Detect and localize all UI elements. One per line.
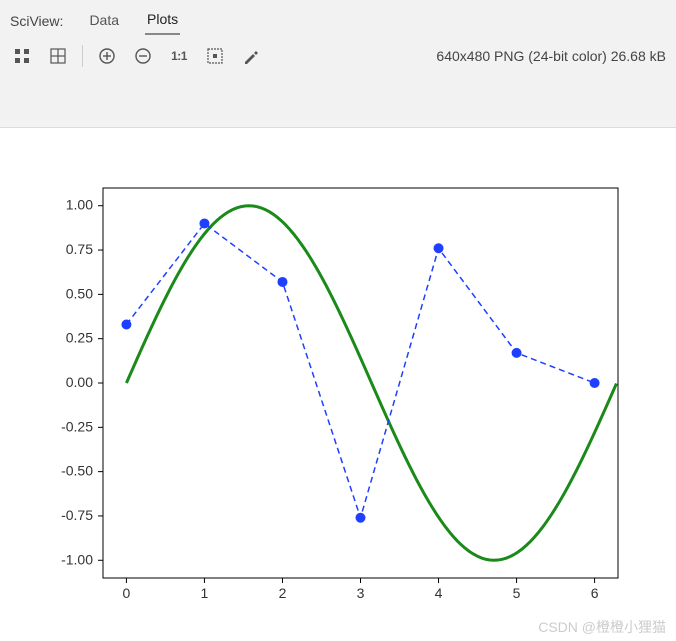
svg-text:0: 0 xyxy=(123,585,131,601)
tab-plots[interactable]: Plots xyxy=(145,7,180,35)
image-status: 640x480 PNG (24-bit color) 26.68 kB xyxy=(436,48,666,64)
zoom-in-icon[interactable] xyxy=(95,44,119,68)
fullscreen-icon[interactable] xyxy=(10,44,34,68)
grid-icon[interactable] xyxy=(46,44,70,68)
svg-text:0.00: 0.00 xyxy=(66,374,93,390)
plot: -1.00 -0.75 -0.50 -0.25 0.00 0.25 0.50 0.75 1.00… xyxy=(28,158,648,628)
svg-text:2: 2 xyxy=(279,585,287,601)
tab-row: SciView: Data Plots xyxy=(0,0,676,36)
svg-text:1: 1 xyxy=(201,585,209,601)
svg-text:1.00: 1.00 xyxy=(66,197,93,213)
panel-label: SciView: xyxy=(10,13,63,29)
svg-text:-0.25: -0.25 xyxy=(61,418,93,434)
svg-text:6: 6 xyxy=(591,585,599,601)
watermark: CSDN @橙橙小狸猫 xyxy=(538,617,666,637)
svg-text:-0.75: -0.75 xyxy=(61,507,93,523)
fit-screen-icon[interactable] xyxy=(203,44,227,68)
tab-data[interactable]: Data xyxy=(87,8,121,34)
toolbar-separator xyxy=(82,45,83,67)
svg-text:0.25: 0.25 xyxy=(66,330,93,346)
svg-text:3: 3 xyxy=(357,585,365,601)
svg-text:5: 5 xyxy=(513,585,521,601)
zoom-out-icon[interactable] xyxy=(131,44,155,68)
svg-text:4: 4 xyxy=(435,585,443,601)
sciview-header: SciView: Data Plots 1:1 640x480 PNG (24-… xyxy=(0,0,676,128)
color-picker-icon[interactable] xyxy=(239,44,263,68)
svg-text:0.50: 0.50 xyxy=(66,285,93,301)
svg-text:-0.50: -0.50 xyxy=(61,463,93,479)
svg-text:0.75: 0.75 xyxy=(66,241,93,257)
actual-size-icon[interactable]: 1:1 xyxy=(167,44,191,68)
svg-text:-1.00: -1.00 xyxy=(61,551,93,567)
plot-area: -1.00 -0.75 -0.50 -0.25 0.00 0.25 0.50 0.75 1.00… xyxy=(0,128,676,638)
toolbar: 1:1 640x480 PNG (24-bit color) 26.68 kB xyxy=(0,36,676,76)
